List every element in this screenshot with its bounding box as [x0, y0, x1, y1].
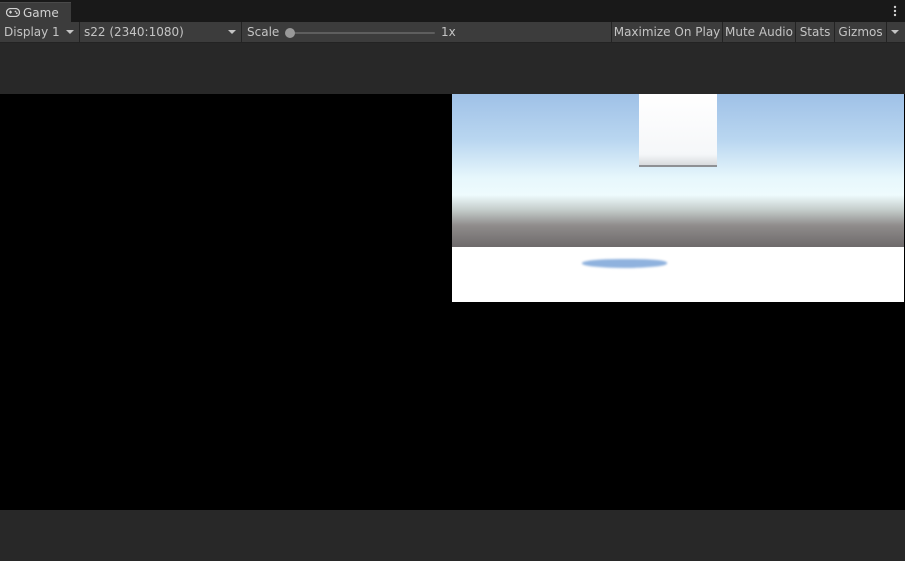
- game-viewport[interactable]: [0, 94, 905, 510]
- scale-slider-track[interactable]: [290, 32, 435, 34]
- chevron-down-icon: [228, 30, 236, 34]
- tab-strip: Game: [0, 0, 905, 22]
- resolution-dropdown-label: s22 (2340:1080): [84, 25, 184, 39]
- stats-toggle[interactable]: Stats: [795, 22, 834, 42]
- ground-plane: [452, 247, 904, 302]
- chevron-down-icon: [891, 30, 899, 34]
- display-dropdown[interactable]: Display 1: [0, 22, 80, 42]
- gizmos-menu-button[interactable]: [886, 22, 905, 42]
- chevron-down-icon: [66, 30, 74, 34]
- game-render[interactable]: [452, 94, 904, 302]
- more-options-icon[interactable]: [893, 5, 897, 17]
- tab-game[interactable]: Game: [0, 2, 71, 22]
- game-window: Game Display 1 s22 (2340:1080) Scale 1x …: [0, 0, 905, 561]
- object-shadow: [582, 259, 667, 268]
- scale-slider-thumb[interactable]: [285, 28, 295, 38]
- maximize-on-play-toggle[interactable]: Maximize On Play: [611, 22, 722, 42]
- display-dropdown-label: Display 1: [4, 25, 60, 39]
- game-toolbar: Display 1 s22 (2340:1080) Scale 1x Maxim…: [0, 22, 905, 43]
- white-cube: [639, 94, 717, 167]
- gamepad-icon: [6, 8, 20, 17]
- tab-title: Game: [23, 5, 59, 20]
- resolution-dropdown[interactable]: s22 (2340:1080): [80, 22, 242, 42]
- scale-value: 1x: [441, 25, 456, 39]
- mute-audio-toggle[interactable]: Mute Audio: [722, 22, 795, 42]
- scale-label: Scale: [247, 25, 280, 39]
- gizmos-toggle[interactable]: Gizmos: [834, 22, 886, 42]
